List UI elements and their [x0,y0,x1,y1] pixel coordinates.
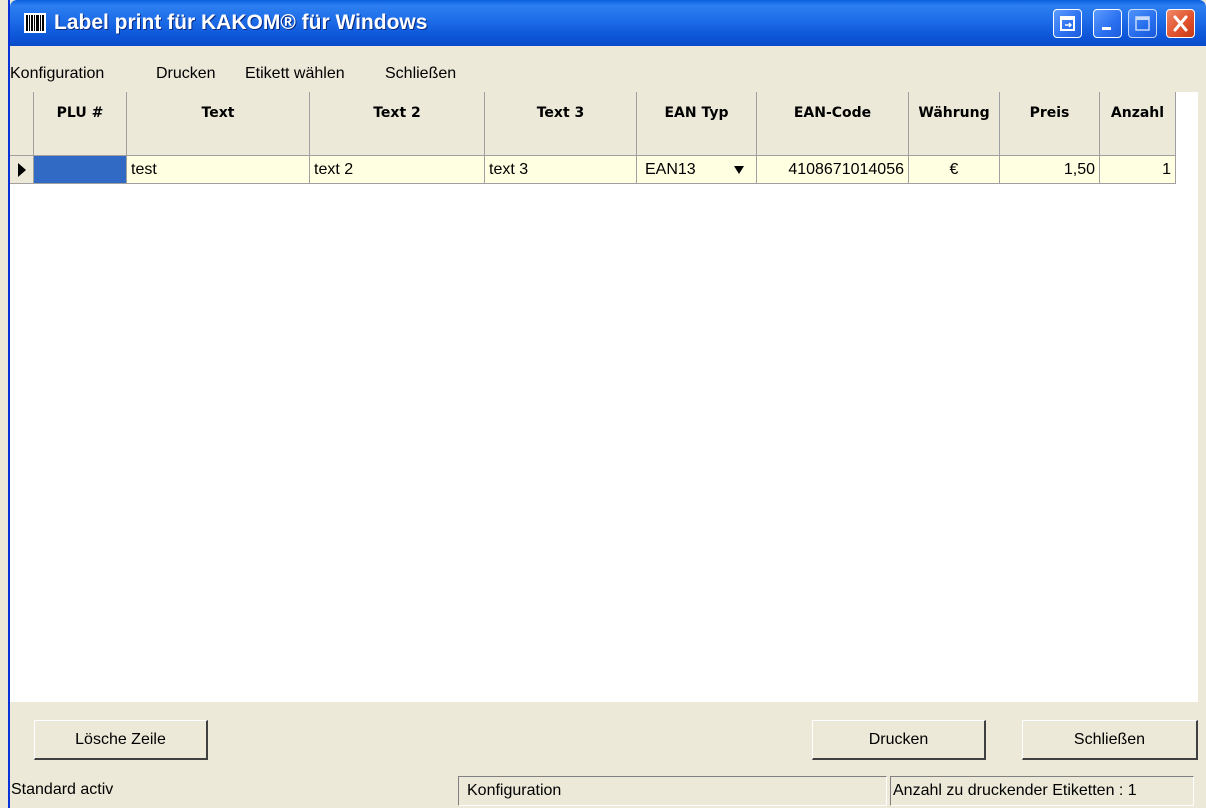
label-grid[interactable]: PLU # Text Text 2 Text 3 EAN Typ EAN-Cod… [10,92,1198,702]
status-left: Standard activ [11,781,114,798]
cell-anzahl[interactable]: 1 [1100,156,1176,184]
grid-corner [10,92,34,156]
cell-waehrung[interactable]: € [909,156,1000,184]
barcode-icon [24,13,46,33]
minimize-icon [1102,27,1111,30]
title-bar[interactable]: Label print für KAKOM® für Windows [10,0,1206,46]
column-header-preis[interactable]: Preis [1000,92,1100,156]
column-header-ean-code[interactable]: EAN-Code [757,92,909,156]
grid-header-filler [1176,92,1198,184]
column-header-anzahl[interactable]: Anzahl [1100,92,1176,156]
window-extra-button[interactable] [1053,9,1082,38]
print-button[interactable]: Drucken [812,720,986,760]
window-switch-icon [1060,16,1075,31]
close-button[interactable]: Schließen [1022,720,1198,760]
close-icon [1173,15,1188,32]
menu-konfiguration[interactable]: Konfiguration [10,65,104,83]
column-header-text3[interactable]: Text 3 [485,92,637,156]
row-indicator[interactable] [10,156,34,184]
window-title: Label print für KAKOM® für Windows [54,11,428,34]
maximize-button[interactable] [1128,9,1157,38]
minimize-button[interactable] [1093,9,1122,38]
close-window-button[interactable] [1166,9,1195,38]
maximize-icon [1135,16,1150,31]
status-right: Anzahl zu druckender Etiketten : 1 [890,776,1194,806]
column-header-ean-typ[interactable]: EAN Typ [637,92,757,156]
cell-text[interactable]: test [127,156,310,184]
app-window: Label print für KAKOM® für Windows Konfi… [8,0,1206,808]
current-row-arrow-icon [18,163,26,177]
menu-schliessen[interactable]: Schließen [385,65,456,83]
column-header-waehrung[interactable]: Währung [909,92,1000,156]
cell-ean-code[interactable]: 4108671014056 [757,156,909,184]
column-header-text[interactable]: Text [127,92,310,156]
status-middle: Konfiguration [458,776,887,806]
cell-plu[interactable] [34,156,127,184]
ean-typ-value: EAN13 [645,161,696,178]
cell-text2[interactable]: text 2 [310,156,485,184]
column-header-text2[interactable]: Text 2 [310,92,485,156]
dropdown-arrow-icon[interactable] [734,166,744,174]
cell-preis[interactable]: 1,50 [1000,156,1100,184]
cell-ean-typ-select[interactable]: EAN13 [637,156,757,184]
column-header-plu[interactable]: PLU # [34,92,127,156]
menu-bar: Konfiguration Drucken Etikett wählen Sch… [10,60,1206,90]
menu-etikett-waehlen[interactable]: Etikett wählen [245,65,345,83]
cell-text3[interactable]: text 3 [485,156,637,184]
menu-drucken[interactable]: Drucken [156,65,216,83]
delete-row-button[interactable]: Lösche Zeile [34,720,208,760]
